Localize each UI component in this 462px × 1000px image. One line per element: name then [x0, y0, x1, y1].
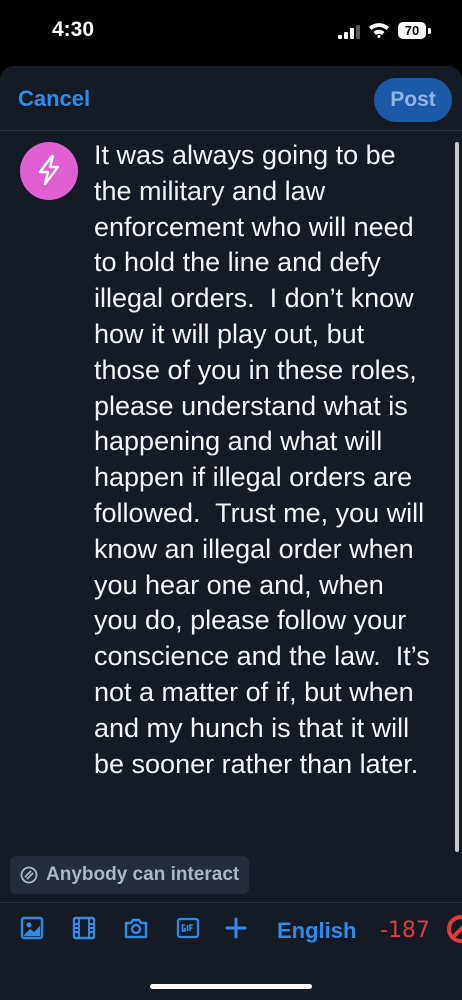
post-button[interactable]: Post [374, 78, 452, 122]
interaction-label: Anybody can interact [46, 864, 240, 885]
toolbar-divider [0, 902, 462, 903]
battery-tip [428, 28, 431, 34]
status-time: 4:30 [52, 18, 95, 41]
character-count: -187 [380, 918, 430, 943]
gif-icon [176, 917, 200, 939]
wifi-icon [369, 23, 389, 38]
home-indicator[interactable] [150, 984, 312, 989]
camera-icon [124, 918, 148, 939]
avatar[interactable] [20, 142, 78, 200]
interaction-settings-icon [20, 866, 38, 884]
status-bar: 4:30 70 [0, 0, 462, 64]
compose-header: Cancel Post [0, 66, 462, 130]
compose-toolbar: English -187 [0, 914, 462, 954]
scrollbar[interactable] [455, 142, 459, 852]
interaction-settings-button[interactable]: Anybody can interact [10, 856, 250, 894]
video-button[interactable] [70, 914, 102, 946]
cellular-signal-icon [338, 25, 360, 39]
battery-indicator: 70 [398, 22, 426, 39]
header-divider [0, 130, 462, 131]
compose-sheet: Cancel Post It was always going to be th… [0, 66, 462, 1000]
gif-button[interactable] [174, 914, 206, 946]
add-button[interactable] [222, 914, 254, 946]
video-icon [72, 916, 96, 940]
plus-icon [225, 917, 247, 939]
image-icon [20, 916, 44, 940]
language-selector[interactable]: English [277, 918, 356, 944]
camera-button[interactable] [122, 914, 154, 946]
image-button[interactable] [18, 914, 50, 946]
lightning-icon [38, 154, 60, 186]
character-limit-ring-icon [447, 915, 462, 943]
post-text-input[interactable]: It was always going to be the military a… [94, 138, 434, 782]
cancel-button[interactable]: Cancel [18, 86, 90, 112]
